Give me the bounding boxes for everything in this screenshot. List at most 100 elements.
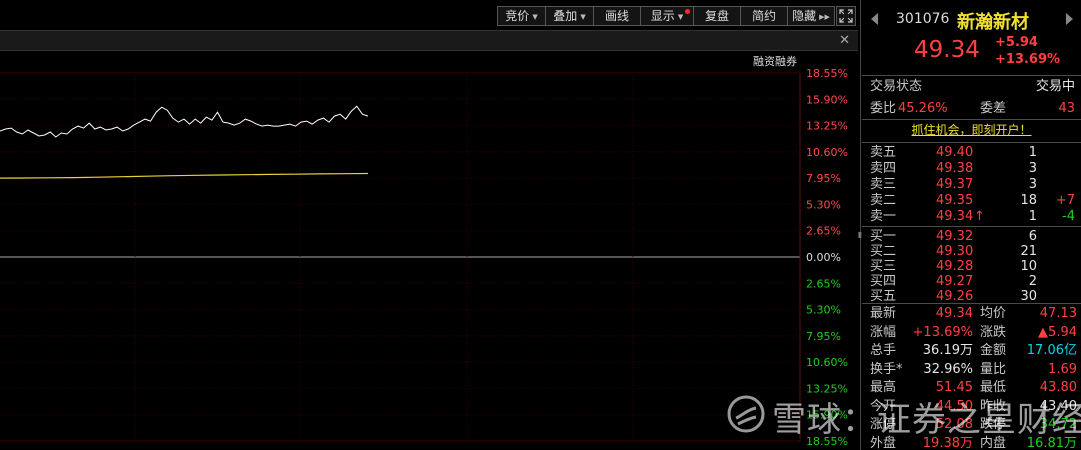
hide-button[interactable]: 隐藏 ▶▶ [787, 6, 835, 26]
stat-label: 最新 [870, 306, 897, 321]
snowball-logo-icon [727, 395, 765, 433]
quote-panel: 301076 新瀚新材 49.34 +5.94 +13.69% 交易状态 交易中… [862, 0, 1081, 450]
stat-row: 总手 36.19万 金额 17.06亿 [862, 342, 1081, 359]
next-stock-icon[interactable] [1065, 12, 1074, 26]
last-price: 49.34 [914, 37, 980, 63]
ask-volume: 1 [1028, 209, 1037, 224]
stat-value: 36.19万 [922, 343, 973, 358]
display-label: 显示 [650, 9, 675, 23]
ask-row[interactable]: 卖四 49.38 3 [862, 160, 1081, 177]
chevron-down-icon: ▼ [532, 12, 538, 21]
chart-series [0, 105, 369, 179]
ask-price: 49.37 [936, 177, 974, 192]
level-label: 卖二 [870, 193, 897, 208]
price-line [0, 105, 369, 138]
ask-volume: 3 [1028, 177, 1037, 192]
double-chevron-right-icon: ▶▶ [819, 12, 830, 21]
level-label: 卖五 [870, 145, 897, 160]
axis-tick-label: 5.30% [806, 304, 841, 317]
stat-value: 47.13 [1039, 306, 1077, 321]
overlay-dropdown[interactable]: 叠加 ▼ [545, 6, 594, 26]
axis-tick-label: 13.25% [806, 120, 848, 133]
panel-divider [860, 0, 861, 450]
stat-label: 均价 [980, 306, 1007, 321]
stat-row: 最新 49.34 均价 47.13 [862, 305, 1081, 322]
ask-volume-change: +7 [1055, 193, 1075, 208]
stat-label: 金额 [980, 343, 1007, 358]
overlay-label: 叠加 [553, 9, 578, 23]
price-change-pct: +13.69% [995, 52, 1061, 67]
ask-row[interactable]: 卖二 49.35 18 +7 [862, 192, 1081, 209]
expand-icon [839, 9, 853, 23]
divider [862, 226, 1081, 227]
trade-status-value: 交易中 [1035, 79, 1075, 94]
stat-value: +13.69% [912, 324, 973, 340]
simple-mode-label: 简约 [751, 9, 776, 23]
margin-trading-label: 融资融券 [753, 54, 797, 68]
stock-name: 新瀚新材 [957, 12, 1029, 33]
fullscreen-button[interactable] [836, 6, 856, 26]
chevron-down-icon: ▼ [677, 12, 684, 21]
level-label: 卖一 [870, 209, 897, 224]
stat-value: 49.34 [935, 306, 973, 321]
price-change: +5.94 [995, 35, 1038, 50]
ask-price: 49.34 [936, 209, 974, 224]
replay-label: 复盘 [704, 9, 729, 23]
ask-row[interactable]: 卖一 49.34 ↑ 1 -4 [862, 208, 1081, 225]
axis-tick-label: 7.95% [806, 330, 841, 343]
ask-volume: 1 [1028, 145, 1037, 160]
ask-volume-change: -4 [1062, 209, 1075, 224]
axis-tick-label: 18.55% [806, 67, 848, 80]
intraday-chart[interactable]: 18.55% 15.90% 13.25% 10.60% 7.95% 5.30% 2.65% 0… [0, 52, 858, 450]
trade-status-label: 交易状态 [870, 79, 923, 94]
stat-label: 总手 [870, 343, 897, 358]
ask-volume: 18 [1020, 193, 1037, 208]
replay-button[interactable]: 复盘 [693, 6, 741, 26]
ask-volume: 3 [1028, 161, 1037, 176]
stat-value: ▲5.94 [1038, 324, 1077, 340]
chevron-down-icon: ▼ [580, 12, 586, 21]
simple-mode-button[interactable]: 简约 [740, 6, 788, 26]
weibi-label: 委比 [870, 101, 897, 116]
stat-label: 涨跌 [980, 324, 1007, 340]
bidding-label: 竞价 [505, 9, 530, 23]
axis-tick-label: 15.90% [806, 93, 848, 106]
level-label: 卖四 [870, 161, 897, 176]
stat-value: 32.96% [923, 361, 973, 377]
ask-row[interactable]: 卖五 49.40 1 [862, 144, 1081, 161]
axis-tick-label: 2.65% [806, 277, 841, 290]
arrow-up-icon: ↑ [974, 209, 985, 224]
stat-row: 涨幅 +13.69% 涨跌 ▲5.94 [862, 324, 1081, 341]
weicha-label: 委差 [980, 101, 1007, 116]
chart-grid [0, 72, 801, 442]
axis-tick-label: 10.60% [806, 356, 848, 369]
bidding-dropdown[interactable]: 竞价 ▼ [497, 6, 546, 26]
stat-label: 涨幅 [870, 324, 897, 340]
axis-tick-label: 7.95% [806, 172, 841, 185]
stock-code: 301076 [896, 11, 950, 27]
right-axis: 18.55% 15.90% 13.25% 10.60% 7.95% 5.30% 2.65% 0… [806, 67, 848, 448]
open-account-link[interactable]: 抓住机会，即刻开户！ [862, 122, 1081, 139]
avg-price-line [0, 172, 369, 179]
stat-value: 1.69 [1048, 361, 1077, 377]
divider [862, 142, 1081, 143]
ask-price: 49.40 [936, 145, 974, 160]
axis-tick-label: 5.30% [806, 198, 841, 211]
axis-tick-label: 0.00% [806, 251, 841, 264]
divider [862, 303, 1081, 304]
hide-label: 隐藏 [792, 9, 817, 23]
ask-price: 49.38 [936, 161, 974, 176]
ask-price: 49.35 [936, 193, 974, 208]
close-icon[interactable]: ✕ [839, 33, 850, 48]
axis-tick-label: 10.60% [806, 146, 848, 159]
chart-panel-header: ✕ [0, 30, 858, 51]
draw-line-button[interactable]: 画线 [593, 6, 641, 26]
level-label: 卖三 [870, 177, 897, 192]
display-dropdown[interactable]: 显示 ▼ [640, 6, 694, 26]
chart-toolbar: 竞价 ▼ 叠加 ▼ 画线 显示 ▼ 复盘 简约 隐藏 ▶▶ [0, 0, 858, 30]
ask-row[interactable]: 卖三 49.37 3 [862, 176, 1081, 193]
weibi-value: 45.26% [898, 101, 948, 116]
stat-value: 17.06亿 [1026, 343, 1077, 358]
weicha-value: 43 [1058, 101, 1075, 116]
prev-stock-icon[interactable] [870, 12, 879, 26]
